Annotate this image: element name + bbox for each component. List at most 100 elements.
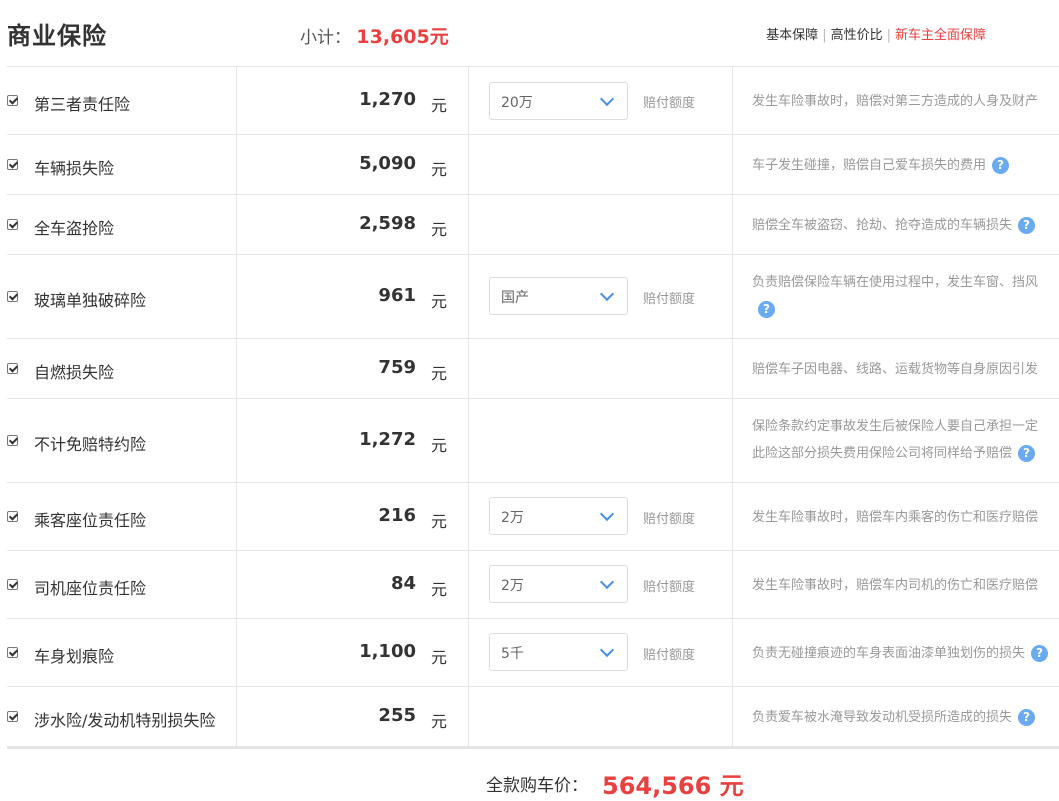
plan-value[interactable]: 高性价比 [831,28,883,43]
coverage-select[interactable]: 2万 [489,497,628,535]
help-icon[interactable]: ? [1018,709,1036,726]
chevron-down-icon [599,91,615,107]
table-row: 全车盗抢险 2,598 元 赔偿全车被盗窃、抢劫、抢夺造成的车辆损失? [7,195,1059,255]
item-unit: 元 [431,220,448,239]
item-price: 216 [378,505,416,526]
item-unit: 元 [431,712,448,731]
item-description-text: 负责无碰撞痕迹的车身表面油漆单独划伤的损失 [752,646,1026,661]
item-unit: 元 [431,436,448,455]
row-checkbox[interactable] [7,647,18,658]
item-unit: 元 [431,160,448,179]
table-row: 玻璃单独破碎险 961 元 国产 赔付额度 负责赔偿保险车辆在使用过程中，发生车… [7,255,1059,339]
amount-label: 赔付额度 [643,648,696,663]
item-price: 2,598 [359,213,416,234]
row-checkbox[interactable] [7,219,18,230]
item-description: 车子发生碰撞，赔偿自己爱车损失的费用? [752,152,1059,179]
item-price: 1,272 [359,429,416,450]
item-name: 不计免赔特约险 [34,435,147,454]
item-price: 759 [378,357,416,378]
subtotal-value: 13,605元 [356,26,449,48]
chevron-down-icon [599,286,615,302]
row-checkbox[interactable] [7,291,18,302]
table-row: 司机座位责任险 84 元 2万 赔付额度 发生车险事故时，赔偿车内司机的伤亡和医… [7,551,1059,619]
table-row: 第三者责任险 1,270 元 20万 赔付额度 发生车险事故时，赔偿对第三方造成… [7,67,1059,135]
table-row: 车身划痕险 1,100 元 5千 赔付额度 负责无碰撞痕迹的车身表面油漆单独划伤… [7,619,1059,687]
item-price: 1,270 [359,89,416,110]
item-description-text: 发生车险事故时，赔偿车内乘客的伤亡和医疗赔偿 [752,510,1039,525]
row-checkbox[interactable] [7,579,18,590]
item-name: 车辆损失险 [34,159,115,178]
item-price: 84 [390,573,416,594]
row-checkbox[interactable] [7,159,18,170]
row-checkbox[interactable] [7,95,18,106]
amount-label: 赔付额度 [643,512,696,527]
item-description-text: 此险这部分损失费用保险公司将同样给予赔偿 [752,446,1013,461]
coverage-select-value: 国产 [501,290,529,306]
row-checkbox[interactable] [7,711,18,722]
item-name: 玻璃单独破碎险 [34,291,147,310]
chevron-down-icon [599,574,615,590]
amount-label: 赔付额度 [643,292,696,307]
coverage-select[interactable]: 国产 [489,277,628,315]
coverage-select[interactable]: 2万 [489,565,628,603]
amount-label: 赔付额度 [643,580,696,595]
item-unit: 元 [431,580,448,599]
item-description-text: 保险条款约定事故发生后被保险人要自己承担一定 [752,419,1039,434]
table-row: 自燃损失险 759 元 赔偿车子因电器、线路、运载货物等自身原因引发 [7,339,1059,399]
page-title: 商业保险 [7,22,107,50]
item-price: 5,090 [359,153,416,174]
item-description-text: 赔偿车子因电器、线路、运载货物等自身原因引发 [752,362,1039,377]
chevron-down-icon [599,506,615,522]
plan-full[interactable]: 新车主全面保障 [895,28,986,43]
row-checkbox[interactable] [7,511,18,522]
coverage-select[interactable]: 5千 [489,633,628,671]
item-unit: 元 [431,512,448,531]
header: 商业保险 小计： 13,605元 基本保障 | 高性价比 | 新车主全面保障 [0,0,1059,66]
item-description: 赔偿车子因电器、线路、运载货物等自身原因引发 [752,356,1059,383]
item-description-text: 赔偿全车被盗窃、抢劫、抢夺造成的车辆损失 [752,218,1013,233]
row-checkbox[interactable] [7,363,18,374]
item-unit: 元 [431,364,448,383]
row-checkbox[interactable] [7,435,18,446]
item-name: 涉水险/发动机特别损失险 [34,711,216,730]
coverage-select-value: 2万 [501,510,524,526]
item-description: 发生车险事故时，赔偿车内司机的伤亡和医疗赔偿 [752,572,1059,599]
help-icon[interactable]: ? [1031,645,1049,662]
table-row: 车辆损失险 5,090 元 车子发生碰撞，赔偿自己爱车损失的费用? [7,135,1059,195]
item-price: 1,100 [359,641,416,662]
coverage-select-value: 5千 [501,646,524,662]
help-icon[interactable]: ? [1018,217,1036,234]
item-description: 发生车险事故时，赔偿车内乘客的伤亡和医疗赔偿 [752,504,1059,531]
help-icon[interactable]: ? [992,157,1010,174]
item-name: 自燃损失险 [34,363,115,382]
item-description: 负责赔偿保险车辆在使用过程中，发生车窗、挡风 ? [752,269,1059,323]
item-unit: 元 [431,648,448,667]
table-row: 不计免赔特约险 1,272 元 保险条款约定事故发生后被保险人要自己承担一定 此… [7,399,1059,483]
item-description-text: 车子发生碰撞，赔偿自己爱车损失的费用 [752,158,987,173]
coverage-select[interactable]: 20万 [489,82,628,120]
total-price-label: 全款购车价： [486,776,588,796]
plan-switcher: 基本保障 | 高性价比 | 新车主全面保障 [766,28,986,43]
subtotal-label: 小计： [300,28,351,48]
item-name: 乘客座位责任险 [34,511,147,530]
item-description: 保险条款约定事故发生后被保险人要自己承担一定 此险这部分损失费用保险公司将同样给… [752,413,1059,467]
table-row: 乘客座位责任险 216 元 2万 赔付额度 发生车险事故时，赔偿车内乘客的伤亡和… [7,483,1059,551]
chevron-down-icon [599,642,615,658]
plan-basic[interactable]: 基本保障 [766,28,818,43]
insurance-table: 第三者责任险 1,270 元 20万 赔付额度 发生车险事故时，赔偿对第三方造成… [7,66,1059,749]
item-name: 司机座位责任险 [34,579,147,598]
item-name: 全车盗抢险 [34,219,115,238]
coverage-select-value: 2万 [501,578,524,594]
amount-label: 赔付额度 [643,96,696,111]
item-unit: 元 [431,96,448,115]
item-price: 255 [378,705,416,726]
help-icon[interactable]: ? [758,301,775,318]
item-name: 车身划痕险 [34,647,115,666]
item-price: 961 [378,285,416,306]
item-description: 负责无碰撞痕迹的车身表面油漆单独划伤的损失? [752,640,1059,667]
item-description-text: 发生车险事故时，赔偿对第三方造成的人身及财产 [752,94,1039,109]
help-icon[interactable]: ? [1018,445,1036,462]
table-row: 涉水险/发动机特别损失险 255 元 负责爱车被水淹导致发动机受损所造成的损失? [7,687,1059,749]
item-description: 负责爱车被水淹导致发动机受损所造成的损失? [752,704,1059,731]
item-unit: 元 [431,292,448,311]
